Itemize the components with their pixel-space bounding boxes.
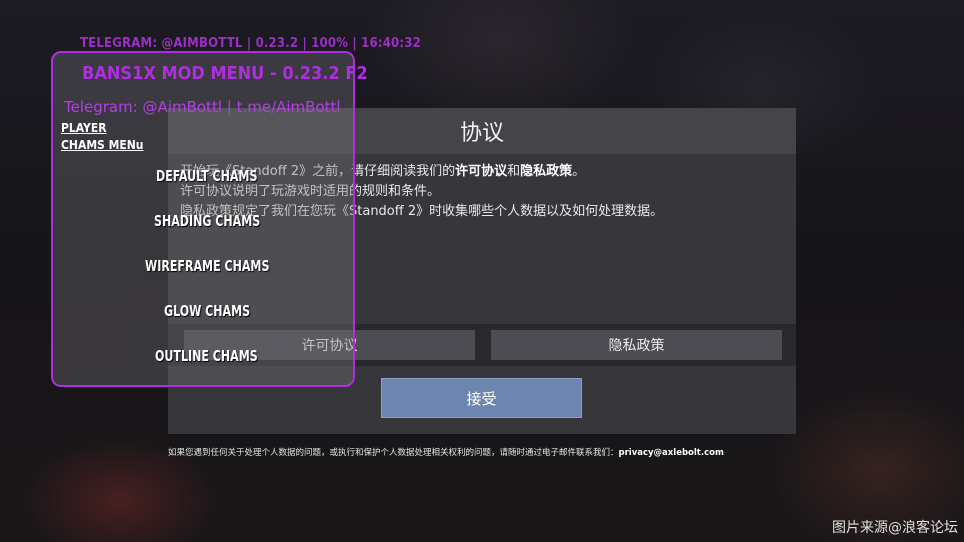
accept-button[interactable]: 接受: [381, 378, 582, 418]
mod-menu-title: BANS1X MOD MENU - 0.23.2 F2: [82, 63, 368, 84]
nav-player[interactable]: PLAYER: [61, 120, 143, 137]
mod-menu-telegram: Telegram: @AimBottl | t.me/AimBottl: [64, 98, 341, 116]
default-chams-option[interactable]: DEFAULT CHAMS: [156, 167, 257, 185]
mod-menu-nav: PLAYER CHAMS MENu: [61, 120, 143, 154]
privacy-policy-button[interactable]: 隐私政策: [491, 330, 782, 360]
license-link-text[interactable]: 许可协议: [455, 164, 507, 179]
wireframe-chams-option[interactable]: WIREFRAME CHAMS: [145, 257, 269, 275]
dialog-title: 协议: [459, 121, 504, 146]
outline-chams-option[interactable]: OUTLINE CHAMS: [155, 347, 258, 365]
mod-menu-panel[interactable]: BANS1X MOD MENU - 0.23.2 F2 Telegram: @A…: [51, 51, 368, 387]
watermark: 图片来源@浪客论坛: [832, 520, 958, 536]
privacy-link-text[interactable]: 隐私政策: [520, 164, 572, 179]
mod-status-bar: TELEGRAM: @AIMBOTTL | 0.23.2 | 100% | 16…: [80, 36, 421, 51]
privacy-contact-note: 如果您遇到任何关于处理个人数据的问题，或执行和保护个人数据处理相关权利的问题，请…: [168, 448, 724, 458]
glow-chams-option[interactable]: GLOW CHAMS: [164, 302, 250, 320]
privacy-email: privacy@axlebolt.com: [618, 448, 724, 458]
shading-chams-option[interactable]: SHADING CHAMS: [154, 212, 260, 230]
nav-chams-menu[interactable]: CHAMS MENu: [61, 137, 143, 154]
